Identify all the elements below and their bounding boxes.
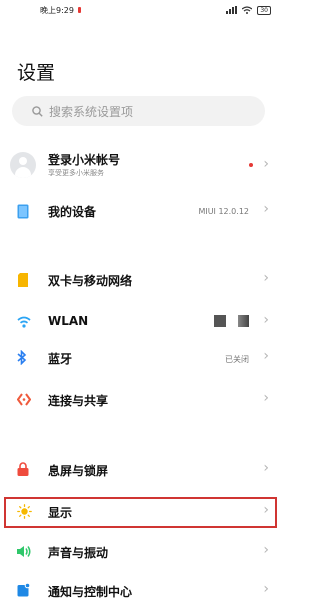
connection-share-icon: [17, 393, 31, 406]
wlan-name-redacted: [238, 315, 249, 327]
search-icon: [32, 105, 43, 117]
item-label: 显示: [48, 506, 73, 520]
account-title: 登录小米帐号: [48, 153, 121, 167]
chevron-right-icon: ›: [263, 312, 269, 328]
search-input[interactable]: 搜索系统设置项: [12, 96, 265, 126]
item-label: 双卡与移动网络: [48, 274, 133, 288]
settings-item-bluetooth[interactable]: 蓝牙 已关闭 ›: [0, 346, 283, 370]
item-label: 通知与控制中心: [48, 585, 133, 599]
recording-indicator-icon: [77, 7, 81, 13]
settings-item-lock-screen[interactable]: 息屏与锁屏 ›: [0, 458, 283, 482]
sound-icon: [17, 546, 31, 557]
chevron-right-icon: ›: [263, 390, 269, 406]
chevron-right-icon: ›: [263, 460, 269, 476]
page-title: 设置: [17, 62, 56, 84]
item-label: 蓝牙: [48, 352, 73, 366]
chevron-right-icon: ›: [263, 581, 269, 597]
avatar: [10, 152, 36, 178]
search-placeholder: 搜索系统设置项: [49, 104, 134, 119]
bluetooth-icon: [17, 350, 27, 365]
settings-item-connection-sharing[interactable]: 连接与共享 ›: [0, 388, 283, 412]
wifi-icon: [17, 316, 31, 328]
settings-item-sound[interactable]: 声音与振动 ›: [0, 540, 283, 564]
settings-item-notification-control[interactable]: 通知与控制中心 ›: [0, 579, 283, 603]
status-bar: 晚上9:29 30: [0, 0, 283, 20]
status-right: 30: [226, 5, 271, 15]
battery-indicator: 30: [257, 5, 271, 15]
my-device-label: 我的设备: [48, 205, 97, 219]
phone-device-icon: [17, 204, 29, 219]
chevron-right-icon: ›: [263, 348, 269, 364]
item-label: WLAN: [48, 314, 89, 328]
status-left: 晚上9:29: [40, 5, 81, 16]
wifi-status-icon: [242, 6, 253, 14]
item-label: 息屏与锁屏: [48, 464, 109, 478]
notification-dot: [249, 163, 253, 167]
my-device-row[interactable]: 我的设备 MIUI 12.0.12 ›: [0, 199, 283, 223]
status-time: 晚上9:29: [40, 5, 74, 15]
item-label: 连接与共享: [48, 394, 109, 408]
account-row[interactable]: 登录小米帐号 享受更多小米服务 ›: [0, 148, 283, 182]
account-subtitle: 享受更多小米服务: [48, 169, 104, 177]
settings-item-display[interactable]: 显示 ›: [0, 500, 283, 524]
chevron-right-icon: ›: [263, 502, 269, 518]
notification-icon: [17, 583, 30, 597]
my-device-value: MIUI 12.0.12: [198, 207, 249, 216]
chevron-right-icon: ›: [263, 156, 269, 172]
wlan-name-redacted: [214, 315, 226, 327]
bluetooth-status: 已关闭: [225, 355, 249, 364]
chevron-right-icon: ›: [263, 542, 269, 558]
settings-item-wlan[interactable]: WLAN ›: [0, 310, 283, 334]
signal-icon: [226, 6, 238, 14]
lock-screen-icon: [17, 462, 29, 476]
chevron-right-icon: ›: [263, 270, 269, 286]
chevron-right-icon: ›: [263, 201, 269, 217]
sim-card-icon: [18, 273, 28, 287]
settings-item-dual-sim[interactable]: 双卡与移动网络 ›: [0, 268, 283, 292]
item-label: 声音与振动: [48, 546, 109, 560]
sun-icon: [17, 504, 32, 519]
